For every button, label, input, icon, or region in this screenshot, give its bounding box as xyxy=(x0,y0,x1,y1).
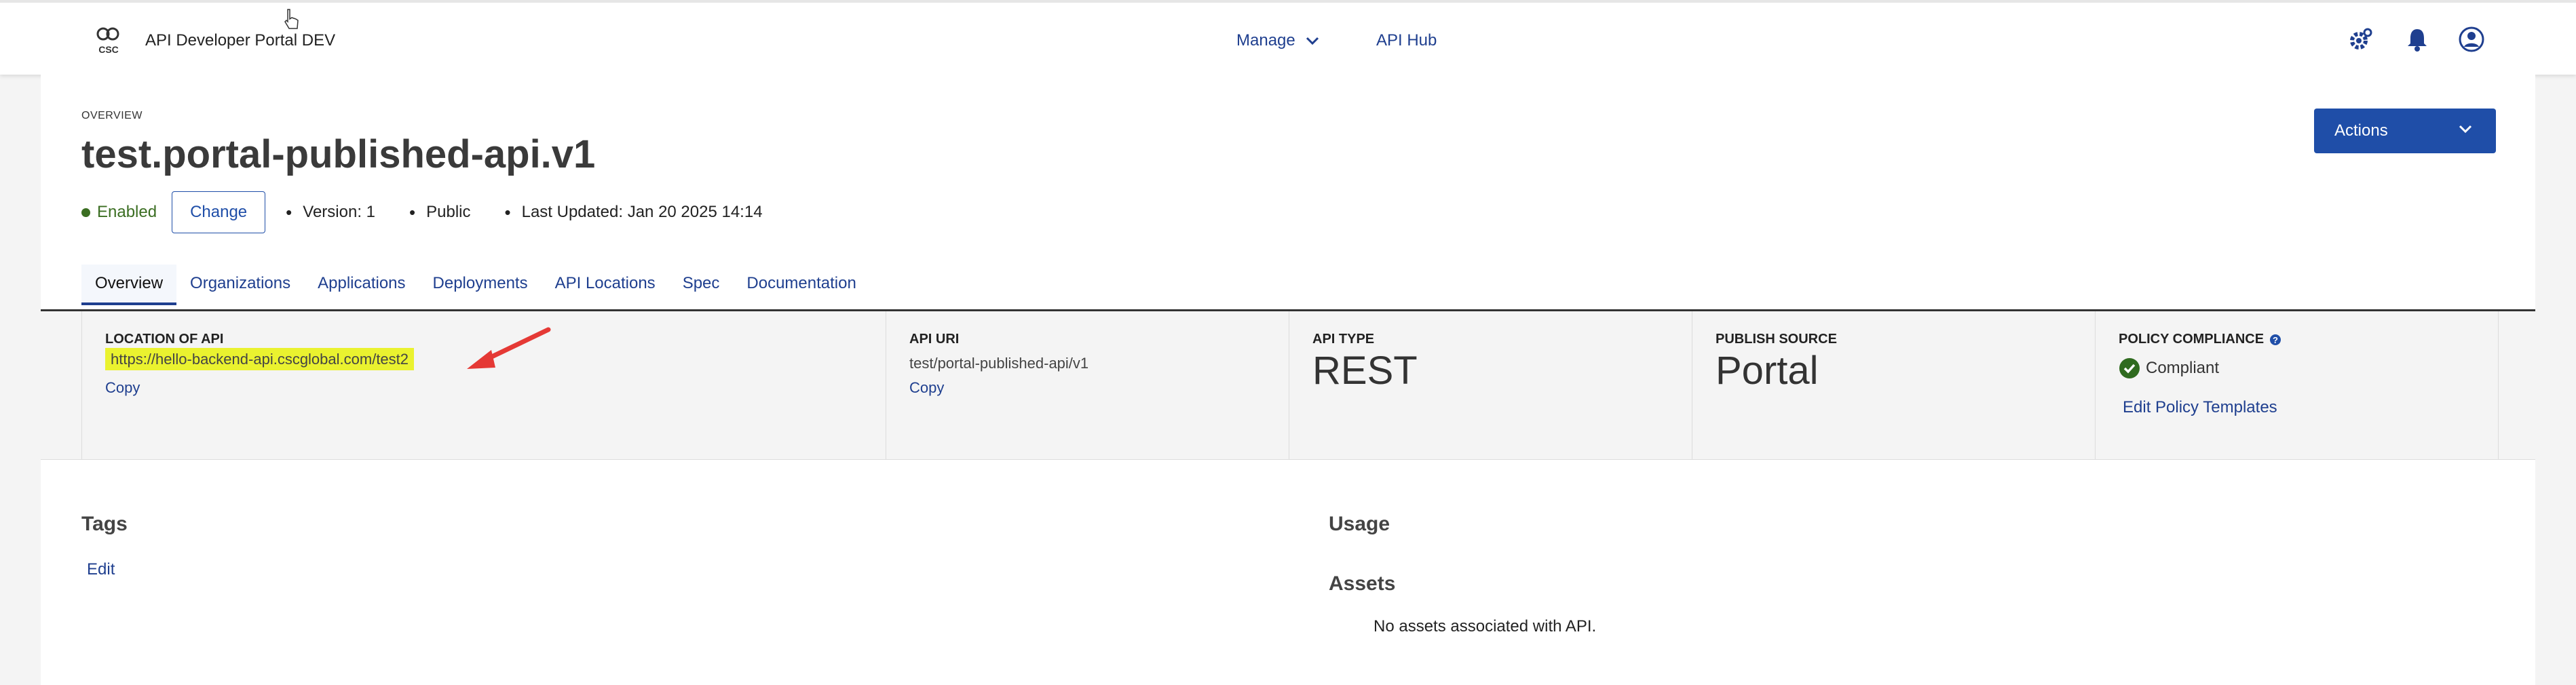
version-text: Version: 1 xyxy=(286,202,375,223)
nav-manage-label: Manage xyxy=(1236,31,1295,50)
uri-cell: API URI test/portal-published-api/v1 Cop… xyxy=(886,311,1289,459)
type-label: API TYPE xyxy=(1312,332,1375,347)
nav-api-hub[interactable]: API Hub xyxy=(1376,31,1437,50)
mouse-hand-cursor-icon xyxy=(284,9,299,29)
tab-spec[interactable]: Spec xyxy=(669,265,734,305)
assets-title: Assets xyxy=(1329,572,1396,595)
usage-title: Usage xyxy=(1329,513,1390,535)
tab-bar: Overview Organizations Applications Depl… xyxy=(81,265,870,305)
tab-documentation[interactable]: Documentation xyxy=(733,265,869,305)
csc-logo-icon[interactable]: CSC xyxy=(94,26,124,56)
nav-manage[interactable]: Manage xyxy=(1236,31,1320,50)
visibility-text: Public xyxy=(409,202,470,223)
tags-title: Tags xyxy=(81,513,128,535)
details-grid: LOCATION OF API https://hello-backend-ap… xyxy=(41,311,2535,460)
type-cell: API TYPE REST xyxy=(1289,311,1692,459)
source-label: PUBLISH SOURCE xyxy=(1716,332,1837,347)
settings-gear-icon[interactable] xyxy=(2347,26,2374,53)
copy-uri-link[interactable]: Copy xyxy=(909,379,944,397)
compliance-status: Compliant xyxy=(2119,357,2219,379)
change-button[interactable]: Change xyxy=(172,191,266,233)
chevron-down-icon xyxy=(1306,37,1319,45)
app-title[interactable]: API Developer Portal DEV xyxy=(145,31,335,50)
edit-policy-templates-link[interactable]: Edit Policy Templates xyxy=(2123,398,2277,417)
svg-text:?: ? xyxy=(2273,335,2278,345)
source-cell: PUBLISH SOURCE Portal xyxy=(1692,311,2096,459)
compliance-label: POLICY COMPLIANCE xyxy=(2119,332,2265,347)
user-avatar-icon[interactable] xyxy=(2458,26,2485,53)
compliance-status-text: Compliant xyxy=(2146,359,2220,377)
tab-organizations[interactable]: Organizations xyxy=(176,265,304,305)
top-header: CSC API Developer Portal DEV Manage API … xyxy=(0,0,2576,75)
tags-edit-link[interactable]: Edit xyxy=(87,560,115,579)
status-dot-icon xyxy=(81,208,90,217)
uri-value: test/portal-published-api/v1 xyxy=(909,355,1089,372)
source-value: Portal xyxy=(1716,349,1819,393)
status-row: Enabled Change Version: 1 Public Last Up… xyxy=(81,191,797,233)
location-label: LOCATION OF API xyxy=(105,332,224,347)
main-content: OVERVIEW test.portal-published-api.v1 En… xyxy=(41,75,2535,685)
last-updated-text: Last Updated: Jan 20 2025 14:14 xyxy=(504,202,763,223)
uri-label: API URI xyxy=(909,332,960,347)
chevron-down-icon xyxy=(2459,125,2472,134)
red-annotation-arrow-icon xyxy=(467,327,551,369)
compliance-cell: POLICY COMPLIANCE ? Compliant Edit Polic… xyxy=(2096,311,2499,459)
actions-button[interactable]: Actions xyxy=(2314,109,2496,153)
status-badge: Enabled xyxy=(97,203,157,221)
tab-deployments[interactable]: Deployments xyxy=(419,265,542,305)
type-value: REST xyxy=(1312,349,1418,393)
actions-label: Actions xyxy=(2334,121,2388,140)
tab-api-locations[interactable]: API Locations xyxy=(542,265,669,305)
help-icon[interactable]: ? xyxy=(2269,334,2281,346)
check-circle-icon xyxy=(2119,358,2140,378)
bell-icon[interactable] xyxy=(2404,26,2431,53)
copy-location-link[interactable]: Copy xyxy=(105,379,140,397)
tab-applications[interactable]: Applications xyxy=(304,265,419,305)
page-title: test.portal-published-api.v1 xyxy=(81,132,596,176)
location-url: https://hello-backend-api.cscglobal.com/… xyxy=(105,348,415,370)
page-overline: OVERVIEW xyxy=(81,110,143,121)
svg-text:CSC: CSC xyxy=(98,44,119,55)
tab-overview[interactable]: Overview xyxy=(81,265,177,305)
no-assets-message: No assets associated with API. xyxy=(1374,617,1597,635)
